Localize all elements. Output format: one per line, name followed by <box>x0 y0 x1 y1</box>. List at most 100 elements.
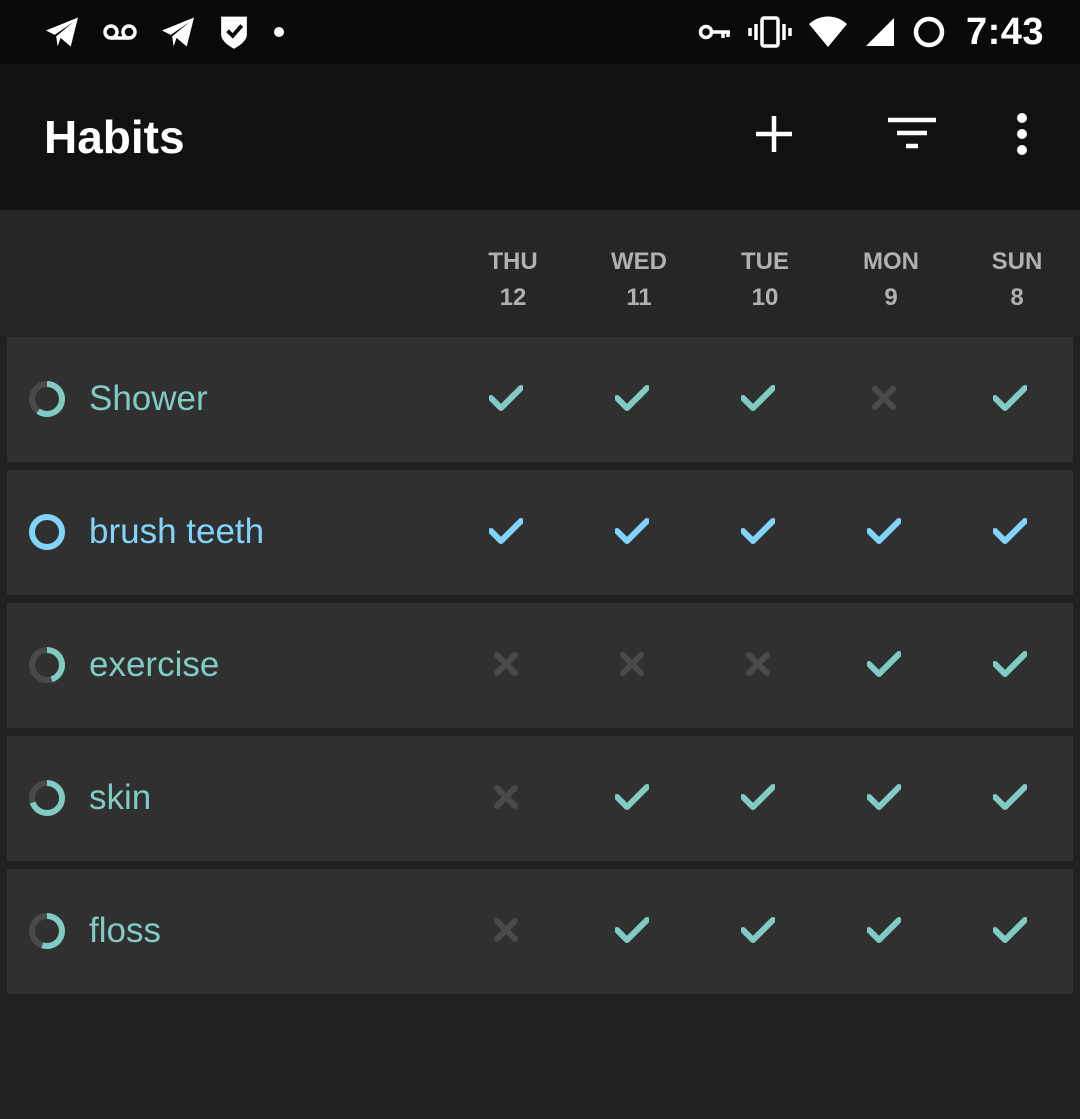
day-date: 12 <box>499 284 527 311</box>
overflow-menu-button[interactable] <box>994 108 1050 164</box>
day-date: 10 <box>751 284 779 311</box>
vpn-key-icon <box>698 22 732 42</box>
day-column-header: MON 9 <box>841 244 941 316</box>
unchecked-cell[interactable] <box>858 375 910 425</box>
check-icon <box>488 517 524 549</box>
day-weekday: WED <box>611 248 667 275</box>
checkmark-cell[interactable] <box>606 907 658 957</box>
plus-icon <box>754 114 794 159</box>
day-weekday: SUN <box>991 248 1043 275</box>
check-icon <box>992 384 1028 416</box>
check-icon <box>740 384 776 416</box>
wifi-icon <box>808 16 848 48</box>
checkmark-cell[interactable] <box>984 774 1036 824</box>
checkmark-cell[interactable] <box>858 774 910 824</box>
check-icon <box>614 517 650 549</box>
more-vert-icon <box>1016 112 1028 161</box>
day-column-header: TUE 10 <box>715 244 815 316</box>
checkmark-cell[interactable] <box>732 508 784 558</box>
day-date: 8 <box>1010 284 1024 311</box>
habit-name: Shower <box>89 379 208 418</box>
checkmark-cell[interactable] <box>984 641 1036 691</box>
cell-signal-icon <box>864 16 896 48</box>
checkmark-cell[interactable] <box>480 375 532 425</box>
day-header-row: THU 12 WED 11 TUE 10 MON 9 SUN 8 <box>0 210 1080 336</box>
cross-icon <box>494 784 518 814</box>
day-date: 11 <box>626 284 652 311</box>
telegram-icon <box>160 16 196 48</box>
status-system-icons: 7:43 <box>698 0 1044 64</box>
app-bar: Habits <box>0 64 1080 210</box>
habit-score-ring-icon <box>27 778 67 818</box>
day-column-header: WED 11 <box>589 244 689 316</box>
check-icon <box>992 916 1028 948</box>
cross-icon <box>872 385 896 415</box>
day-column-header: SUN 8 <box>967 244 1067 316</box>
habit-row[interactable]: exercise <box>7 603 1073 728</box>
unchecked-cell[interactable] <box>606 641 658 691</box>
day-column-header: THU 12 <box>463 244 563 316</box>
checkmark-cell[interactable] <box>858 641 910 691</box>
checkmark-cell[interactable] <box>732 375 784 425</box>
day-weekday: TUE <box>741 248 789 275</box>
unchecked-cell[interactable] <box>480 907 532 957</box>
sync-ring-icon <box>912 15 946 49</box>
check-icon <box>866 916 902 948</box>
checkmark-cell[interactable] <box>606 508 658 558</box>
check-icon <box>740 783 776 815</box>
habit-name: skin <box>89 778 152 817</box>
checkmark-cell[interactable] <box>984 907 1036 957</box>
check-icon <box>614 384 650 416</box>
checkmark-cell[interactable] <box>606 375 658 425</box>
check-icon <box>614 783 650 815</box>
checkmark-cell[interactable] <box>984 508 1036 558</box>
unchecked-cell[interactable] <box>480 641 532 691</box>
check-icon <box>992 650 1028 682</box>
habit-row[interactable]: brush teeth <box>7 470 1073 595</box>
checkmark-cell[interactable] <box>858 508 910 558</box>
check-icon <box>740 916 776 948</box>
cross-icon <box>746 651 770 681</box>
status-notification-icons <box>44 0 286 64</box>
vibrate-icon <box>748 16 792 48</box>
checkmark-cell[interactable] <box>858 907 910 957</box>
cross-icon <box>494 651 518 681</box>
check-icon <box>866 650 902 682</box>
check-icon <box>488 384 524 416</box>
habit-score-ring-icon <box>27 911 67 951</box>
status-time: 7:43 <box>965 10 1044 53</box>
checkmark-cell[interactable] <box>984 375 1036 425</box>
habit-name: brush teeth <box>89 512 265 551</box>
habit-row[interactable]: Shower <box>7 337 1073 462</box>
check-icon <box>614 916 650 948</box>
filter-button[interactable] <box>884 108 940 164</box>
cross-icon <box>494 917 518 947</box>
check-icon <box>866 517 902 549</box>
add-habit-button[interactable] <box>746 108 802 164</box>
checkmark-cell[interactable] <box>480 508 532 558</box>
unchecked-cell[interactable] <box>480 774 532 824</box>
day-weekday: MON <box>863 248 919 275</box>
habit-row[interactable]: skin <box>7 736 1073 861</box>
check-icon <box>992 517 1028 549</box>
checkmark-cell[interactable] <box>732 907 784 957</box>
checkmark-cell[interactable] <box>732 774 784 824</box>
telegram-icon <box>44 16 80 48</box>
check-icon <box>992 783 1028 815</box>
habit-name: floss <box>89 911 161 950</box>
checkmark-cell[interactable] <box>606 774 658 824</box>
habit-score-ring-icon <box>27 379 67 419</box>
page-title: Habits <box>44 111 185 163</box>
habit-score-ring-icon <box>27 645 67 685</box>
notification-dot-icon <box>272 25 286 39</box>
filter-icon <box>888 117 936 156</box>
cross-icon <box>620 651 644 681</box>
shield-check-icon <box>218 14 250 50</box>
habit-name: exercise <box>89 645 220 684</box>
check-icon <box>866 783 902 815</box>
unchecked-cell[interactable] <box>732 641 784 691</box>
day-weekday: THU <box>488 248 538 275</box>
status-bar: 7:43 <box>0 0 1080 64</box>
check-icon <box>740 517 776 549</box>
habit-row[interactable]: floss <box>7 869 1073 994</box>
